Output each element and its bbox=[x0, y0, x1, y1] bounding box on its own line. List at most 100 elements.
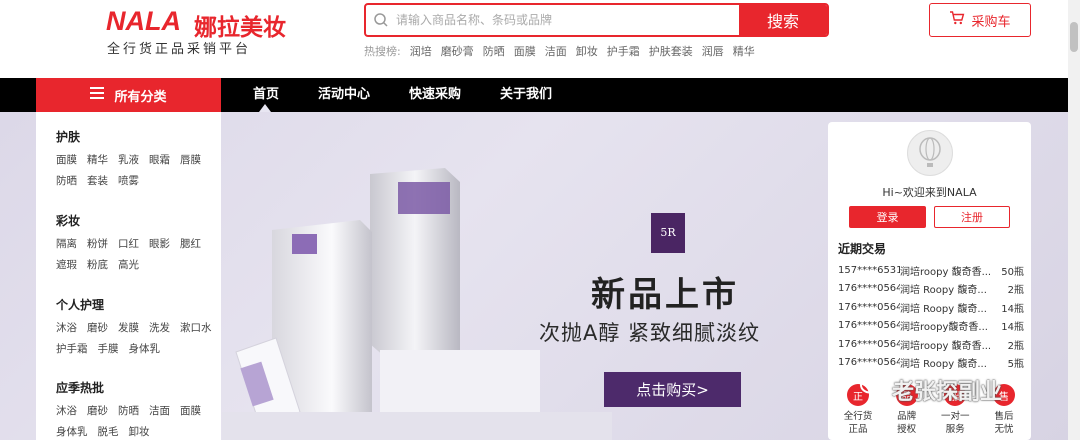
category-item[interactable]: 腮红 bbox=[180, 236, 201, 251]
recent-transactions-title: 近期交易 bbox=[838, 242, 887, 256]
category-item[interactable]: 面膜 bbox=[56, 152, 77, 167]
site-header: NALA 娜拉美妆 全行货正品采销平台 搜索 热搜榜: 润培 磨砂膏 防晒 面膜… bbox=[0, 0, 1080, 78]
nav-active-indicator bbox=[259, 104, 271, 112]
category-item[interactable]: 洗发 bbox=[149, 320, 170, 335]
category-item[interactable]: 身体乳 bbox=[129, 341, 161, 356]
category-title[interactable]: 彩妆 bbox=[56, 212, 216, 229]
search-bar: 搜索 bbox=[364, 3, 829, 37]
hot-search-item[interactable]: 面膜 bbox=[514, 43, 536, 59]
logo-chinese: 娜拉美妆 bbox=[194, 15, 286, 41]
recent-transactions-list: 157****6531 润培roopy 馥奇香... 50瓶 176****05… bbox=[838, 261, 1024, 372]
nav-about-us[interactable]: 关于我们 bbox=[500, 78, 552, 112]
hot-search-item[interactable]: 护手霜 bbox=[607, 43, 640, 59]
hot-search-item[interactable]: 洁面 bbox=[545, 43, 567, 59]
hot-search-item[interactable]: 润培 bbox=[410, 43, 432, 59]
hot-search-item[interactable]: 精华 bbox=[733, 43, 755, 59]
hot-search-item[interactable]: 磨砂膏 bbox=[441, 43, 474, 59]
transaction-product: 润培 Roopy 馥奇... bbox=[900, 285, 987, 297]
category-item[interactable]: 漱口水 bbox=[180, 320, 212, 335]
category-item[interactable]: 防晒 bbox=[56, 173, 77, 188]
category-item[interactable]: 喷雾 bbox=[118, 173, 139, 188]
avatar bbox=[907, 130, 953, 176]
category-group-personal-care: 个人护理 沐浴 磨砂 发膜 洗发 漱口水 护手霜 手膜 身体乳 bbox=[56, 296, 216, 356]
category-title[interactable]: 护肤 bbox=[56, 128, 216, 145]
category-item[interactable]: 防晒 bbox=[118, 403, 139, 418]
category-item[interactable]: 面膜 bbox=[180, 403, 201, 418]
transaction-row[interactable]: 176****0564 润培 Roopy 馥奇... 5瓶 bbox=[838, 354, 1024, 373]
watermark: 老张探副业 bbox=[860, 374, 1002, 406]
transaction-row[interactable]: 176****0564 润培roopy 馥奇香... 2瓶 bbox=[838, 335, 1024, 354]
transaction-row[interactable]: 176****0564 润培roopy馥奇香... 14瓶 bbox=[838, 317, 1024, 336]
nav-activity-center[interactable]: 活动中心 bbox=[318, 78, 370, 112]
login-button[interactable]: 登录 bbox=[849, 206, 926, 228]
category-group-seasonal: 应季热批 沐浴 磨砂 防晒 洁面 面膜 身体乳 脱毛 卸妆 bbox=[56, 379, 216, 439]
category-item[interactable]: 套装 bbox=[87, 173, 108, 188]
category-item[interactable]: 磨砂 bbox=[87, 320, 108, 335]
hot-search-item[interactable]: 护肤套装 bbox=[649, 43, 693, 59]
category-item[interactable]: 精华 bbox=[87, 152, 108, 167]
scrollbar-thumb[interactable] bbox=[1070, 22, 1078, 52]
category-item[interactable]: 口红 bbox=[118, 236, 139, 251]
menu-icon bbox=[90, 87, 105, 103]
brand-mark-text: 5R bbox=[660, 226, 676, 239]
scrollbar-track[interactable] bbox=[1068, 0, 1080, 440]
category-item[interactable]: 隔离 bbox=[56, 236, 77, 251]
category-item[interactable]: 洁面 bbox=[149, 403, 170, 418]
nav-quick-purchase[interactable]: 快速采购 bbox=[409, 78, 461, 112]
category-item[interactable]: 高光 bbox=[118, 257, 139, 272]
transaction-phone: 176****0564 bbox=[838, 338, 900, 350]
transaction-product: 润培 Roopy 馥奇... bbox=[900, 303, 987, 315]
feature-label: 正品 bbox=[848, 424, 868, 435]
transaction-phone: 176****0564 bbox=[838, 283, 900, 295]
transaction-phone: 157****6531 bbox=[838, 264, 900, 276]
category-group-skincare: 护肤 面膜 精华 乳液 眼霜 唇膜 防晒 套装 喷雾 bbox=[56, 128, 216, 188]
category-group-makeup: 彩妆 隔离 粉饼 口红 眼影 腮红 遮瑕 粉底 高光 bbox=[56, 212, 216, 272]
category-title[interactable]: 个人护理 bbox=[56, 296, 216, 313]
transaction-row[interactable]: 157****6531 润培roopy 馥奇香... 50瓶 bbox=[838, 261, 1024, 280]
balloon-icon bbox=[919, 137, 941, 167]
category-item[interactable]: 粉底 bbox=[87, 257, 108, 272]
main-nav: 所有分类 首页 活动中心 快速采购 关于我们 bbox=[0, 78, 1068, 112]
hot-search-label: 热搜榜: bbox=[364, 45, 401, 58]
search-button[interactable]: 搜索 bbox=[739, 5, 827, 35]
category-item[interactable]: 卸妆 bbox=[129, 424, 150, 439]
all-categories-button[interactable]: 所有分类 bbox=[36, 78, 221, 112]
category-item[interactable]: 遮瑕 bbox=[56, 257, 77, 272]
category-item[interactable]: 眼影 bbox=[149, 236, 170, 251]
category-item[interactable]: 粉饼 bbox=[87, 236, 108, 251]
all-categories-label: 所有分类 bbox=[114, 89, 167, 105]
category-item[interactable]: 沐浴 bbox=[56, 320, 77, 335]
feature-label: 售后 bbox=[994, 411, 1014, 422]
transaction-row[interactable]: 176****0564 润培 Roopy 馥奇... 2瓶 bbox=[838, 280, 1024, 299]
category-item[interactable]: 护手霜 bbox=[56, 341, 88, 356]
transaction-qty: 50瓶 bbox=[1001, 266, 1024, 278]
category-item[interactable]: 发膜 bbox=[118, 320, 139, 335]
feature-label: 品牌 bbox=[897, 411, 917, 422]
hot-search-item[interactable]: 卸妆 bbox=[576, 43, 598, 59]
transaction-row[interactable]: 176****0564 润培 Roopy 馥奇... 14瓶 bbox=[838, 298, 1024, 317]
buy-now-button[interactable]: 点击购买> bbox=[604, 372, 741, 407]
category-item[interactable]: 磨砂 bbox=[87, 403, 108, 418]
search-input[interactable] bbox=[396, 5, 739, 35]
feature-label: 无忧 bbox=[994, 424, 1014, 435]
cart-icon bbox=[949, 10, 965, 30]
category-item[interactable]: 身体乳 bbox=[56, 424, 88, 439]
transaction-qty: 2瓶 bbox=[1007, 340, 1024, 352]
category-item[interactable]: 乳液 bbox=[118, 152, 139, 167]
hot-search-item[interactable]: 润唇 bbox=[702, 43, 724, 59]
register-button[interactable]: 注册 bbox=[934, 206, 1010, 228]
transaction-phone: 176****0564 bbox=[838, 320, 900, 332]
category-item[interactable]: 沐浴 bbox=[56, 403, 77, 418]
category-item[interactable]: 眼霜 bbox=[149, 152, 170, 167]
category-title[interactable]: 应季热批 bbox=[56, 379, 216, 396]
transaction-qty: 14瓶 bbox=[1001, 322, 1024, 334]
hot-search-item[interactable]: 防晒 bbox=[483, 43, 505, 59]
transaction-product: 润培roopy 馥奇香... bbox=[900, 340, 992, 352]
category-item[interactable]: 唇膜 bbox=[180, 152, 201, 167]
site-logo[interactable]: NALA 娜拉美妆 全行货正品采销平台 bbox=[106, 6, 306, 58]
category-item[interactable]: 手膜 bbox=[98, 341, 119, 356]
category-item[interactable]: 脱毛 bbox=[98, 424, 119, 439]
cart-button[interactable]: 采购车 bbox=[929, 3, 1031, 37]
transaction-phone: 176****0564 bbox=[838, 301, 900, 313]
transaction-qty: 14瓶 bbox=[1001, 303, 1024, 315]
